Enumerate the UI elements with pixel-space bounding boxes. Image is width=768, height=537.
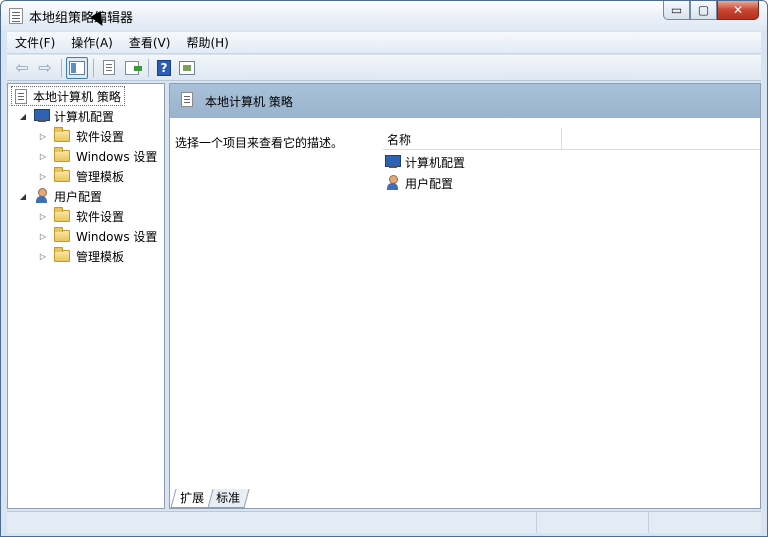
column-divider[interactable]	[561, 128, 562, 150]
export-list-button[interactable]	[121, 57, 143, 79]
document-list-icon	[103, 60, 115, 75]
tree-item-label: 管理模板	[76, 169, 125, 184]
window-title: 本地组策略编辑器	[29, 11, 134, 26]
tree-item-label: 软件设置	[76, 129, 125, 144]
extended-view-icon	[179, 60, 195, 75]
policy-document-icon	[181, 92, 193, 107]
tree-item-label: 用户配置	[54, 189, 103, 204]
list-item-computer-configuration[interactable]: 计算机配置	[385, 152, 465, 172]
toolbar: ⇦ ⇨ ?	[7, 55, 761, 81]
menu-bar: 文件(F) 操作(A) 查看(V) 帮助(H)	[7, 32, 761, 54]
tree-item-windows-settings[interactable]: ▷ Windows 设置	[38, 146, 157, 166]
extended-view-button[interactable]	[176, 57, 198, 79]
details-title: 本地计算机 策略	[205, 95, 293, 109]
tree-item-label: 计算机配置	[54, 109, 115, 124]
tree-item-label: 管理模板	[76, 249, 125, 264]
tree-item-administrative-templates[interactable]: ▷ 管理模板	[38, 246, 124, 266]
computer-icon	[34, 109, 50, 123]
menu-help[interactable]: 帮助(H)	[178, 32, 236, 54]
show-hide-console-tree-button[interactable]	[66, 56, 88, 79]
collapse-triangle-icon[interactable]: ◢	[18, 111, 28, 121]
arrow-left-icon: ⇦	[15, 57, 29, 77]
list-item-user-configuration[interactable]: 用户配置	[385, 173, 453, 193]
tree-item-software-settings[interactable]: ▷ 软件设置	[38, 126, 124, 146]
tree-item-label: Windows 设置	[76, 229, 158, 244]
maximize-button[interactable]: ▢	[690, 1, 717, 20]
policy-document-icon	[15, 88, 27, 104]
tab-label: 标准	[216, 491, 241, 505]
arrow-right-icon: ⇨	[38, 57, 52, 77]
tree-item-software-settings[interactable]: ▷ 软件设置	[38, 206, 124, 226]
folder-icon	[54, 127, 70, 142]
title-bar[interactable]: 本地组策略编辑器 ▭ ▢ ✕	[1, 1, 767, 31]
column-name-label: 名称	[387, 133, 412, 147]
close-button[interactable]: ✕	[717, 1, 759, 20]
expand-triangle-icon[interactable]: ▷	[38, 251, 48, 261]
user-icon	[34, 188, 50, 204]
folder-icon	[54, 147, 70, 162]
toolbar-separator	[148, 58, 149, 77]
expand-triangle-icon[interactable]: ▷	[38, 171, 48, 181]
forward-button[interactable]: ⇨	[34, 57, 56, 79]
tree-item-label: 软件设置	[76, 209, 125, 224]
list-item-label: 计算机配置	[405, 155, 466, 170]
back-button[interactable]: ⇦	[11, 57, 33, 79]
minimize-icon: ▭	[670, 3, 683, 17]
status-segment	[7, 512, 537, 533]
expand-triangle-icon[interactable]: ▷	[38, 231, 48, 241]
tree-item-label: 本地计算机 策略	[33, 89, 121, 104]
toolbar-separator	[61, 58, 62, 77]
menu-file[interactable]: 文件(F)	[7, 32, 63, 54]
details-pane: 本地计算机 策略 选择一个项目来查看它的描述。 名称 计算机配置 用户配置 扩展…	[169, 83, 761, 509]
help-button[interactable]: ?	[153, 57, 175, 79]
status-bar	[7, 511, 761, 533]
tree-item-windows-settings[interactable]: ▷ Windows 设置	[38, 226, 157, 246]
folder-icon	[54, 227, 70, 242]
close-icon: ✕	[732, 3, 744, 17]
computer-icon	[385, 155, 401, 169]
folder-icon	[54, 167, 70, 182]
menu-action[interactable]: 操作(A)	[63, 32, 121, 54]
maximize-icon: ▢	[697, 3, 710, 17]
tree-item-administrative-templates[interactable]: ▷ 管理模板	[38, 166, 124, 186]
status-segment	[649, 512, 761, 533]
item-list: 名称 计算机配置 用户配置	[375, 118, 760, 484]
help-icon: ?	[157, 59, 171, 76]
column-header-name[interactable]: 名称	[383, 128, 760, 150]
folder-icon	[54, 207, 70, 222]
user-icon	[385, 175, 401, 191]
tab-standard[interactable]: 标准	[206, 489, 250, 508]
folder-icon	[54, 247, 70, 262]
export-icon	[125, 60, 142, 75]
description-panel: 选择一个项目来查看它的描述。	[170, 118, 380, 484]
console-tree: 本地计算机 策略 ◢ 计算机配置 ▷ 软件设置 ▷ Windows 设置 ▷ 管…	[7, 83, 165, 509]
properties-list-button[interactable]	[98, 57, 120, 79]
collapse-triangle-icon[interactable]: ◢	[18, 191, 28, 201]
toolbar-separator	[93, 58, 94, 77]
expand-triangle-icon[interactable]: ▷	[38, 131, 48, 141]
main-window: 本地组策略编辑器 ▭ ▢ ✕ 文件(F) 操作(A) 查看(V) 帮助(H) ⇦…	[0, 0, 768, 537]
window-controls: ▭ ▢ ✕	[663, 1, 759, 20]
tab-extended[interactable]: 扩展	[170, 489, 214, 508]
tab-label: 扩展	[180, 491, 205, 505]
policy-document-icon	[9, 8, 23, 24]
minimize-button[interactable]: ▭	[663, 1, 690, 20]
details-header: 本地计算机 策略	[170, 84, 760, 118]
expand-triangle-icon[interactable]: ▷	[38, 211, 48, 221]
tree-item-computer-configuration[interactable]: ◢ 计算机配置	[18, 106, 114, 126]
console-tree-icon	[69, 60, 85, 75]
description-text: 选择一个项目来查看它的描述。	[175, 136, 344, 150]
expand-triangle-icon[interactable]: ▷	[38, 151, 48, 161]
list-item-label: 用户配置	[405, 176, 454, 191]
tree-item-label: Windows 设置	[76, 149, 158, 164]
tree-item-local-computer-policy[interactable]: 本地计算机 策略	[11, 86, 125, 106]
tree-item-user-configuration[interactable]: ◢ 用户配置	[18, 186, 102, 206]
menu-view[interactable]: 查看(V)	[121, 32, 179, 54]
view-tabs: 扩展 标准	[170, 489, 250, 509]
status-segment	[537, 512, 649, 533]
